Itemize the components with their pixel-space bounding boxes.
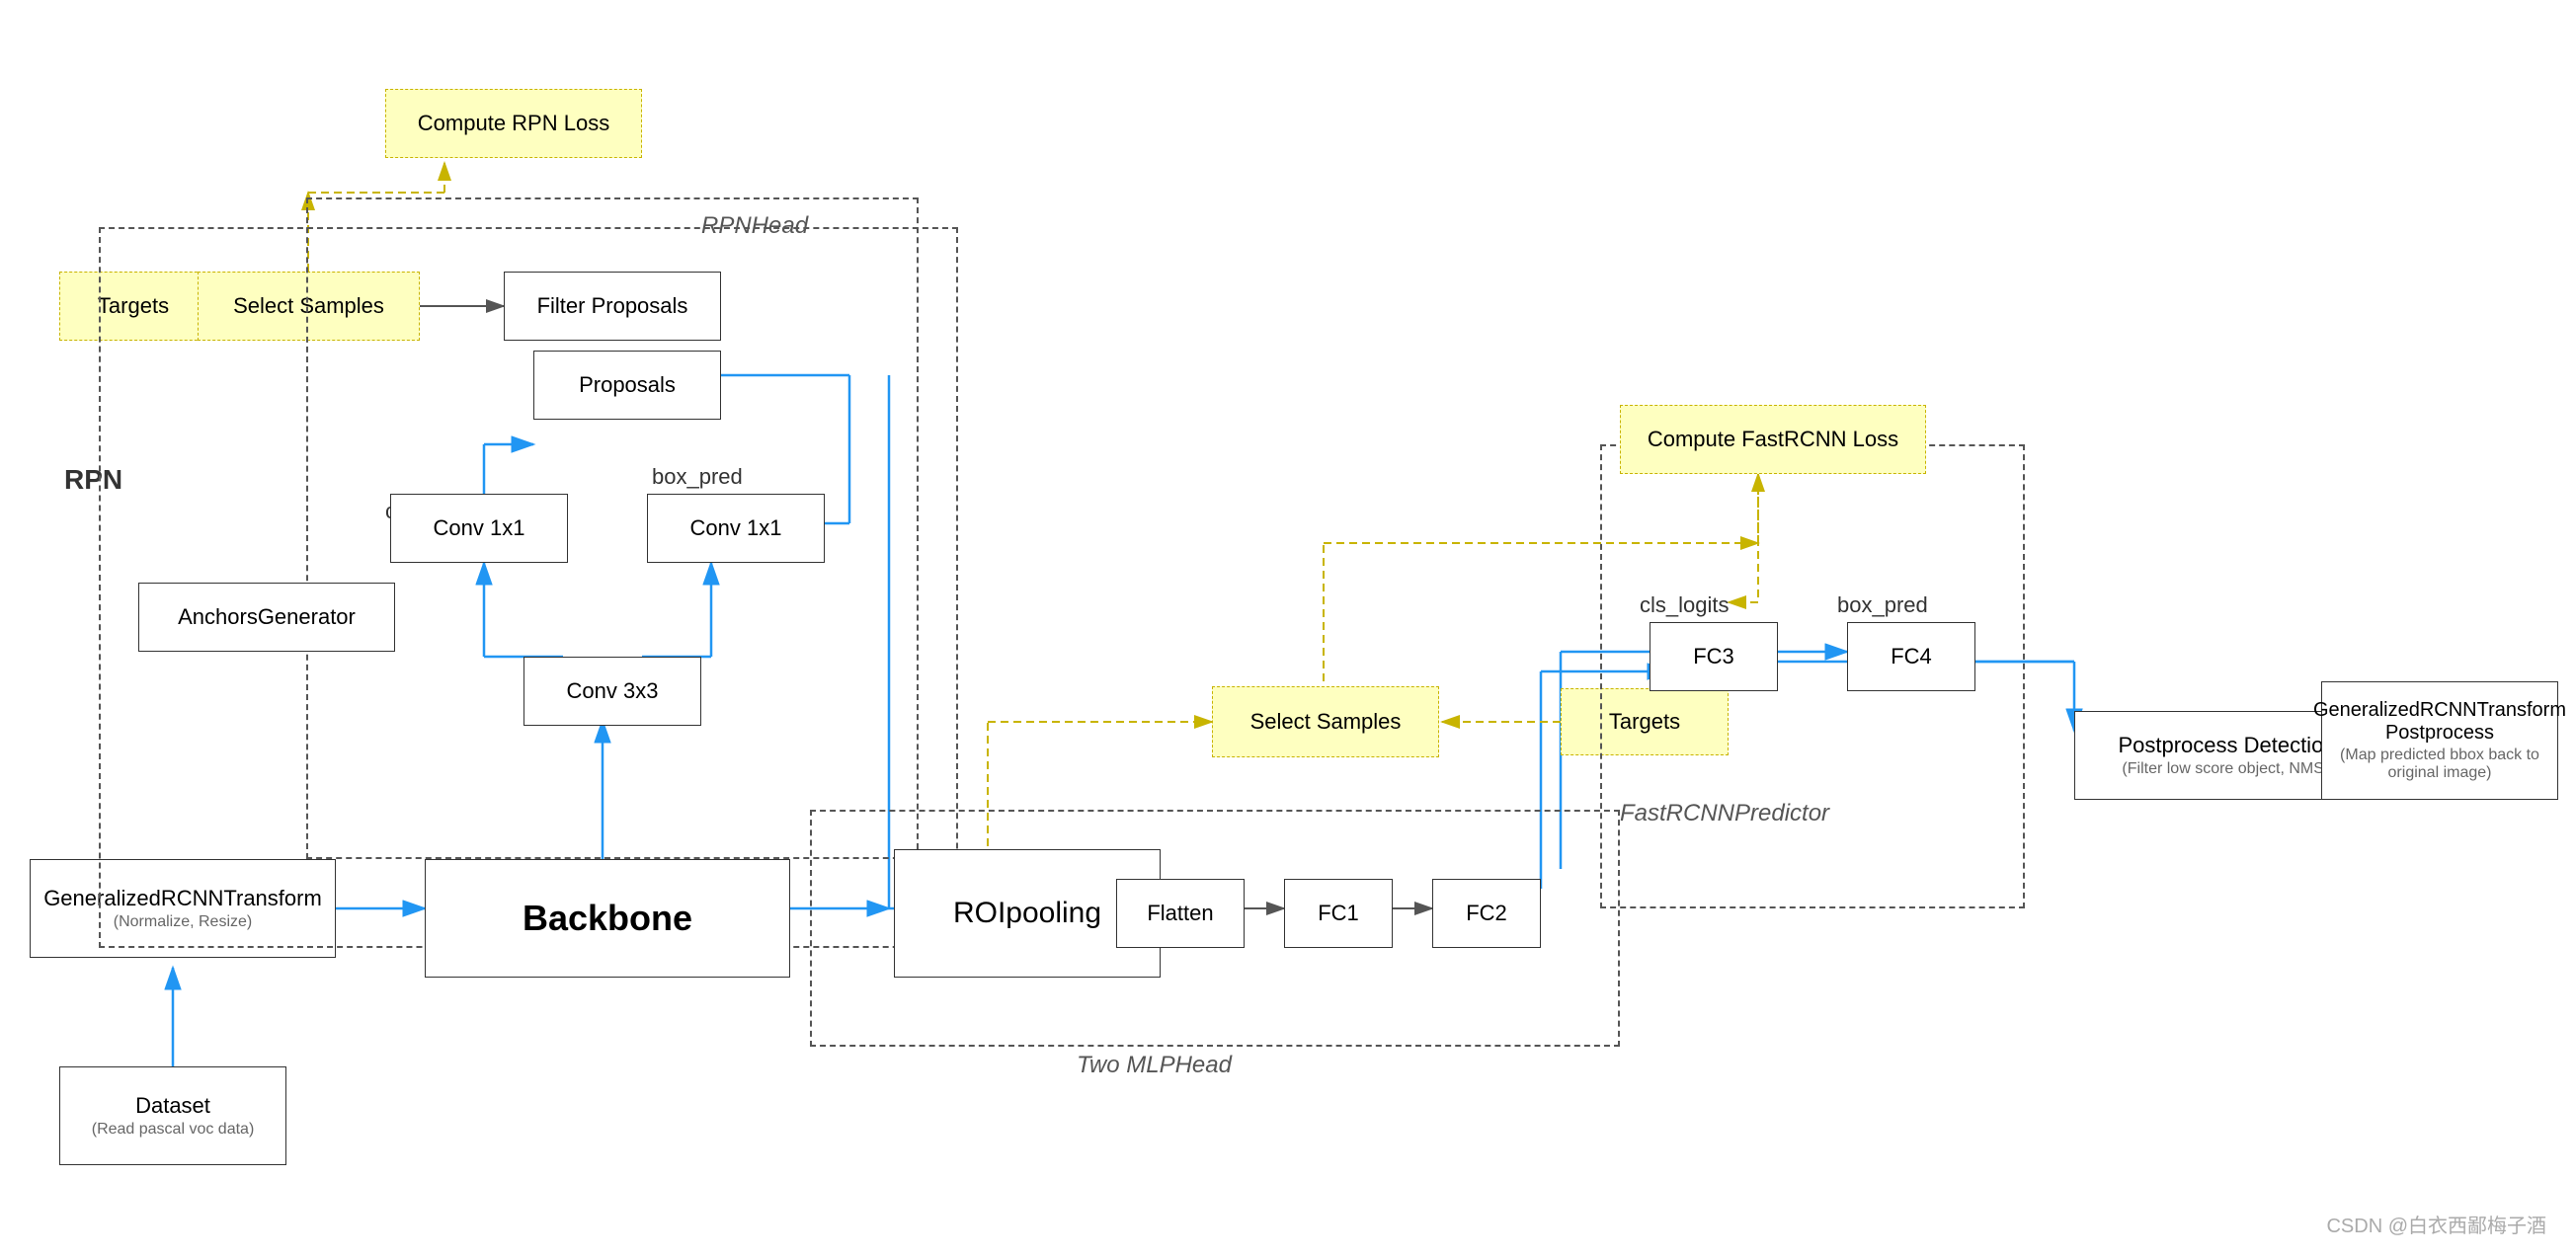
diagram-container: Dataset (Read pascal voc data) Generaliz… (0, 0, 2576, 1258)
compute-rpn-loss-box: Compute RPN Loss (385, 89, 642, 158)
select-samples2-label: Select Samples (1250, 709, 1402, 735)
postprocess-detections-label: Postprocess Detections (2118, 733, 2346, 758)
fastrcnn-predictor-label: FastRCNNPredictor (1620, 800, 1829, 827)
two-mlphead-label: Two MLPHead (1077, 1052, 1232, 1079)
conv1x1-box-label: Conv 1x1 (690, 515, 782, 541)
compute-rpn-loss-label: Compute RPN Loss (418, 111, 609, 136)
fc4-box: FC4 (1847, 622, 1975, 691)
fc4-label: FC4 (1891, 644, 1932, 669)
conv1x1-box-box: Conv 1x1 (647, 494, 825, 563)
conv1x1-cls-box: Conv 1x1 (390, 494, 568, 563)
fc3-box: FC3 (1650, 622, 1778, 691)
conv3x3-box: Conv 3x3 (523, 657, 701, 726)
generalized-postprocess-label: GeneralizedRCNNTransform Postprocess (2313, 699, 2566, 745)
generalized-postprocess-box: GeneralizedRCNNTransform Postprocess (Ma… (2321, 681, 2558, 800)
select-samples2-box: Select Samples (1212, 686, 1439, 757)
anchors-generator-box: AnchorsGenerator (138, 583, 395, 652)
dataset-box: Dataset (Read pascal voc data) (59, 1066, 286, 1165)
box-pred2-label-text: box_pred (1837, 592, 1928, 618)
backbone-box: Backbone (425, 859, 790, 978)
dataset-sublabel: (Read pascal voc data) (92, 1121, 255, 1139)
conv3x3-label: Conv 3x3 (567, 678, 659, 704)
dataset-label: Dataset (135, 1093, 210, 1119)
postprocess-detections-sublabel: (Filter low score object, NMS...) (2122, 760, 2342, 778)
box-pred1-label-text: box_pred (652, 464, 743, 490)
compute-fastrcnn-loss-box: Compute FastRCNN Loss (1620, 405, 1926, 474)
backbone-label: Backbone (523, 898, 692, 939)
cls-logits2-label-text: cls_logits (1640, 592, 1729, 618)
conv1x1-cls-label: Conv 1x1 (434, 515, 525, 541)
anchors-generator-label: AnchorsGenerator (178, 604, 356, 630)
generalized-postprocess-sublabel: (Map predicted bbox back to original ima… (2322, 747, 2557, 782)
watermark: CSDN @白衣西鄙梅子酒 (2326, 1210, 2546, 1238)
fc3-label: FC3 (1693, 644, 1734, 669)
compute-fastrcnn-loss-label: Compute FastRCNN Loss (1648, 427, 1898, 452)
two-mlphead-region (810, 810, 1620, 1047)
